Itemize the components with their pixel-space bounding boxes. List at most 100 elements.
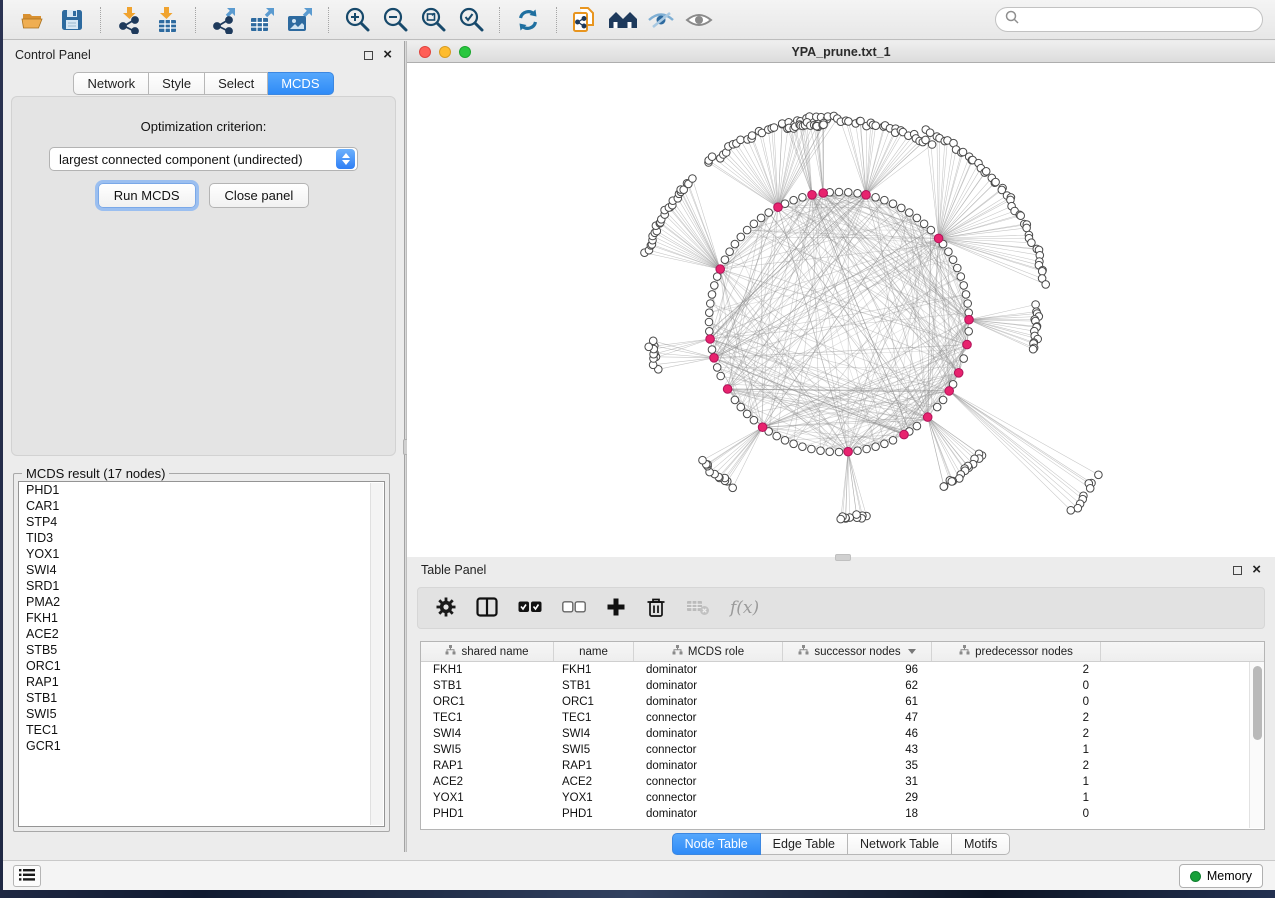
table-vertical-scrollbar[interactable] — [1249, 662, 1264, 828]
mcds-node-item[interactable]: STB5 — [19, 642, 384, 658]
column-header-MCDS-role[interactable]: MCDS role — [634, 642, 783, 661]
close-table-panel-icon[interactable]: × — [1252, 565, 1261, 575]
trash-icon — [646, 596, 666, 621]
delete-table-button[interactable] — [686, 598, 710, 619]
table-row[interactable]: ACE2ACE2connector311 — [421, 774, 1248, 790]
clone-network-button[interactable] — [566, 4, 604, 36]
hierarchy-icon — [672, 645, 683, 658]
tab-select[interactable]: Select — [205, 72, 268, 95]
scrollbar-thumb[interactable] — [1253, 666, 1262, 740]
float-table-panel-icon[interactable] — [1233, 566, 1242, 575]
maximize-window-button[interactable] — [459, 46, 471, 58]
mcds-node-item[interactable]: GCR1 — [19, 738, 384, 754]
table-row[interactable]: YOX1YOX1connector291 — [421, 790, 1248, 806]
close-window-button[interactable] — [419, 46, 431, 58]
import-table-button[interactable] — [148, 4, 186, 36]
first-neighbors-button[interactable] — [604, 4, 642, 36]
table-cell: ORC1 — [421, 696, 554, 708]
zoom-selected-button[interactable] — [452, 4, 490, 36]
table-row[interactable]: ORC1ORC1dominator610 — [421, 694, 1248, 710]
save-button[interactable] — [53, 4, 91, 36]
optimization-select[interactable]: largest connected component (undirected) — [49, 147, 358, 171]
control-panel-tabs: NetworkStyleSelectMCDS — [3, 72, 404, 95]
refresh-button[interactable] — [509, 4, 547, 36]
tab-mcds[interactable]: MCDS — [268, 72, 333, 95]
column-header-name[interactable]: name — [554, 642, 634, 661]
table-row[interactable]: SWI5SWI5connector431 — [421, 742, 1248, 758]
tab-network[interactable]: Network — [73, 72, 149, 95]
hide-selected-button[interactable] — [642, 4, 680, 36]
table-cell: FKH1 — [554, 664, 634, 676]
mcds-result-list[interactable]: PHD1CAR1STP4TID3YOX1SWI4SRD1PMA2FKH1ACE2… — [18, 481, 385, 827]
mcds-node-item[interactable]: STP4 — [19, 514, 384, 530]
mcds-node-item[interactable]: SWI4 — [19, 562, 384, 578]
table-settings-button[interactable] — [436, 597, 456, 620]
mcds-node-item[interactable]: PHD1 — [19, 482, 384, 498]
open-button[interactable] — [15, 4, 53, 36]
network-canvas[interactable] — [407, 63, 1275, 557]
import-network-button[interactable] — [110, 4, 148, 36]
run-mcds-button[interactable]: Run MCDS — [98, 183, 196, 208]
table-header-row: shared namenameMCDS rolesuccessor nodesp… — [421, 642, 1264, 662]
mcds-node-item[interactable]: FKH1 — [19, 610, 384, 626]
tab-edge-table[interactable]: Edge Table — [761, 833, 848, 855]
network-titlebar[interactable]: YPA_prune.txt_1 — [407, 41, 1275, 63]
export-image-button[interactable] — [281, 4, 319, 36]
mcds-node-item[interactable]: SRD1 — [19, 578, 384, 594]
table-row[interactable]: TEC1TEC1connector472 — [421, 710, 1248, 726]
network-graph[interactable] — [407, 63, 1275, 557]
mcds-node-item[interactable]: ACE2 — [19, 626, 384, 642]
mcds-list-scrollbar[interactable] — [370, 483, 383, 825]
optimization-label: Optimization criterion: — [12, 119, 395, 134]
task-history-button[interactable] — [13, 865, 41, 887]
control-panel: Control Panel × NetworkStyleSelectMCDS O… — [3, 41, 404, 852]
show-all-button[interactable] — [680, 4, 718, 36]
close-panel-button[interactable]: Close panel — [209, 183, 310, 208]
mcds-node-item[interactable]: TID3 — [19, 530, 384, 546]
mcds-node-item[interactable]: SWI5 — [19, 706, 384, 722]
tab-motifs[interactable]: Motifs — [952, 833, 1010, 855]
mcds-node-item[interactable]: STB1 — [19, 690, 384, 706]
zoom-out-button[interactable] — [376, 4, 414, 36]
table-cell: 2 — [932, 712, 1101, 724]
column-header-successor-nodes[interactable]: successor nodes — [783, 642, 932, 661]
table-panel-title: Table Panel — [421, 563, 486, 577]
mcds-node-item[interactable]: ORC1 — [19, 658, 384, 674]
table-row[interactable]: SWI4SWI4dominator462 — [421, 726, 1248, 742]
column-header-predecessor-nodes[interactable]: predecessor nodes — [932, 642, 1101, 661]
search-input[interactable] — [1025, 13, 1253, 27]
export-table-button[interactable] — [243, 4, 281, 36]
table-cell: PHD1 — [421, 808, 554, 820]
show-column-button[interactable] — [476, 597, 498, 620]
create-column-button[interactable] — [606, 597, 626, 620]
table-cell: 0 — [932, 696, 1101, 708]
close-panel-icon[interactable]: × — [383, 50, 392, 60]
minimize-window-button[interactable] — [439, 46, 451, 58]
mcds-node-item[interactable]: TEC1 — [19, 722, 384, 738]
deselect-all-button[interactable] — [562, 601, 586, 616]
mcds-node-item[interactable]: YOX1 — [19, 546, 384, 562]
mcds-node-item[interactable]: PMA2 — [19, 594, 384, 610]
zoom-fit-button[interactable] — [414, 4, 452, 36]
delete-column-button[interactable] — [646, 596, 666, 621]
table-cell: 43 — [783, 744, 932, 756]
table-panel: Table Panel × — [407, 557, 1275, 852]
float-panel-icon[interactable] — [364, 51, 373, 60]
fx-icon: f(x) — [730, 598, 759, 618]
column-header-shared-name[interactable]: shared name — [421, 642, 554, 661]
table-row[interactable]: STB1STB1dominator620 — [421, 678, 1248, 694]
tab-network-table[interactable]: Network Table — [848, 833, 952, 855]
table-row[interactable]: FKH1FKH1dominator962 — [421, 662, 1248, 678]
table-row[interactable]: PHD1PHD1dominator180 — [421, 806, 1248, 822]
function-builder-button[interactable]: f(x) — [730, 598, 759, 618]
zoom-out-icon — [381, 6, 409, 34]
zoom-in-button[interactable] — [338, 4, 376, 36]
select-all-button[interactable] — [518, 601, 542, 616]
mcds-node-item[interactable]: CAR1 — [19, 498, 384, 514]
export-network-button[interactable] — [205, 4, 243, 36]
tab-style[interactable]: Style — [149, 72, 205, 95]
tab-node-table[interactable]: Node Table — [672, 833, 761, 855]
mcds-node-item[interactable]: RAP1 — [19, 674, 384, 690]
table-row[interactable]: RAP1RAP1dominator352 — [421, 758, 1248, 774]
memory-button[interactable]: Memory — [1179, 864, 1263, 888]
